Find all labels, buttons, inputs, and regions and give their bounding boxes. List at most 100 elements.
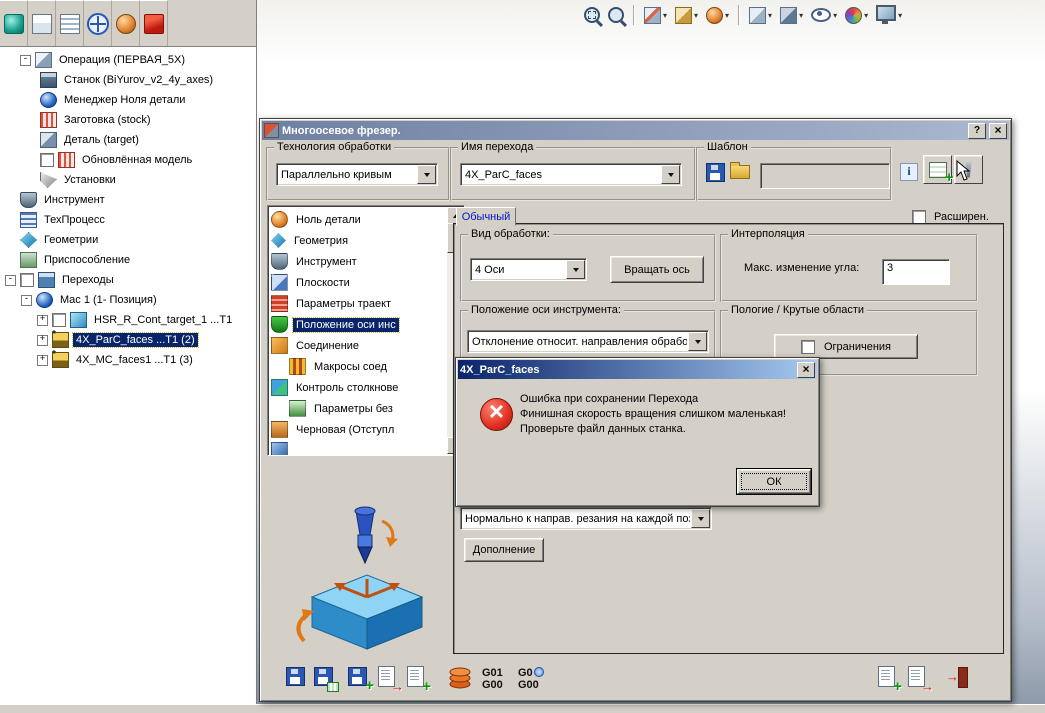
tool-axis-combobox[interactable]: Отклонение относит. направления обработк [467, 330, 709, 353]
export-template-button[interactable] [908, 666, 934, 694]
export-operation-button[interactable] [378, 666, 404, 694]
tree-item[interactable]: Заготовка (stock) [0, 110, 255, 130]
tree-item-selected[interactable]: 4X_ParC_faces ...T1 (2) [0, 330, 255, 350]
help-button[interactable] [968, 122, 986, 139]
tree-item[interactable]: Mac 1 (1- Позиция) [0, 290, 255, 310]
tree-item[interactable]: Операция (ПЕРВАЯ_5X) [0, 50, 255, 70]
dropdown-caret-icon[interactable] [663, 9, 667, 21]
tool-table-icon[interactable] [448, 667, 472, 689]
list-item-clipped[interactable] [271, 440, 445, 455]
view-orientation-icon[interactable] [747, 5, 774, 26]
tab-normal[interactable]: Обычный [456, 207, 516, 226]
appearances-icon[interactable] [843, 5, 870, 26]
tool-axis-icon [271, 316, 288, 333]
tree-item[interactable]: Менеджер Ноля детали [0, 90, 255, 110]
expand-icon[interactable] [37, 314, 48, 326]
hide-show-icon[interactable] [809, 6, 839, 24]
feature-manager-tab[interactable] [28, 0, 56, 46]
addition-button[interactable]: Дополнение [464, 538, 544, 562]
dropdown-caret-icon[interactable] [694, 9, 698, 21]
list-item[interactable]: Черновая (Отступл [271, 419, 445, 440]
tree-item[interactable]: Деталь (target) [0, 130, 255, 150]
list-item[interactable]: Макросы соед [271, 356, 445, 377]
expand-icon[interactable] [37, 354, 48, 366]
solidcam-tab[interactable] [140, 0, 168, 46]
zoom-fit-icon[interactable] [606, 5, 626, 25]
tree-item[interactable]: Обновлённая модель [0, 150, 255, 170]
tree-item[interactable]: 4X_MC_faces1 ...T1 (3) [0, 350, 255, 370]
normal-direction-combobox[interactable]: Нормально к направ. резания на каждой по… [460, 507, 712, 530]
list-item[interactable]: Ноль детали [271, 209, 445, 230]
add-operation-button[interactable] [407, 666, 431, 695]
dropdown-caret-icon[interactable] [864, 9, 868, 21]
list-item[interactable]: Геометрия [271, 230, 445, 251]
limits-button[interactable]: Ограничения [774, 334, 918, 359]
display-style-icon[interactable] [778, 5, 805, 26]
rotate-axis-button[interactable]: Вращать ось [610, 256, 704, 283]
solidcam-manager-tab[interactable] [0, 0, 28, 46]
save-template-button[interactable] [706, 163, 725, 182]
dropdown-button[interactable] [661, 165, 680, 184]
open-template-button[interactable] [730, 161, 750, 179]
dropdown-caret-icon[interactable] [725, 9, 729, 21]
technology-combobox[interactable]: Параллельно кривым [276, 163, 438, 186]
tree-item[interactable]: Станок (BiYurov_v2_4y_axes) [0, 70, 255, 90]
dropdown-button[interactable] [417, 165, 436, 184]
tree-item[interactable]: HSR_R_Cont_target_1 ...T1 [0, 310, 255, 330]
zoom-window-icon[interactable] [582, 5, 602, 25]
dropdown-button[interactable] [688, 332, 707, 351]
tree-item[interactable]: Переходы [0, 270, 255, 290]
list-item-selected[interactable]: Положение оси инс [271, 314, 445, 335]
tool-table-button[interactable] [923, 155, 954, 186]
view-settings-icon[interactable] [673, 5, 700, 26]
dropdown-caret-icon[interactable] [833, 9, 837, 21]
section-view-icon[interactable] [642, 5, 669, 26]
ok-button[interactable]: ОК [736, 468, 812, 495]
appearance-sphere-icon[interactable] [704, 5, 731, 26]
info-button[interactable] [900, 163, 918, 181]
list-item[interactable]: Параметры траект [271, 293, 445, 314]
close-button[interactable] [989, 122, 1007, 139]
save-add-button[interactable] [348, 667, 374, 694]
tree-item[interactable]: Инструмент [0, 190, 255, 210]
operation-name-combobox[interactable]: 4X_ParC_faces [460, 163, 682, 186]
dropdown-caret-icon[interactable] [768, 9, 772, 21]
expand-icon[interactable] [37, 334, 48, 346]
axes-combobox[interactable]: 4 Оси [470, 258, 587, 281]
save-table-button[interactable] [314, 667, 339, 692]
collapse-icon[interactable] [20, 54, 31, 66]
gcode-g0-indicator[interactable]: G0 G00 [518, 667, 544, 691]
close-button[interactable] [797, 361, 815, 378]
collapse-icon[interactable] [21, 294, 32, 306]
dialog-titlebar[interactable]: Многоосевое фрезер. [262, 121, 1009, 140]
exit-button[interactable] [946, 667, 968, 688]
screen: Операция (ПЕРВАЯ_5X) Станок (BiYurov_v2_… [0, 0, 1045, 713]
list-item[interactable]: Параметры без [271, 398, 445, 419]
property-manager-tab[interactable] [56, 0, 84, 46]
dropdown-caret-icon[interactable] [898, 9, 902, 21]
checkbox[interactable] [40, 153, 54, 167]
list-item[interactable]: Плоскости [271, 272, 445, 293]
checkbox[interactable] [52, 313, 66, 327]
configuration-manager-tab[interactable] [84, 0, 112, 46]
tree-item[interactable]: Геометрии [0, 230, 255, 250]
save-button[interactable] [286, 667, 305, 686]
dropdown-button[interactable] [691, 509, 710, 528]
appearances-manager-tab[interactable] [112, 0, 140, 46]
gcode-g01-indicator[interactable]: G01 G00 [482, 667, 503, 691]
max-angle-field[interactable]: 3 [882, 259, 950, 285]
tree-item[interactable]: Приспособление [0, 250, 255, 270]
list-item[interactable]: Контроль столкнове [271, 377, 445, 398]
add-template-button[interactable] [878, 666, 902, 695]
scene-icon[interactable] [874, 3, 904, 27]
tree-item[interactable]: Установки [0, 170, 255, 190]
dropdown-caret-icon[interactable] [799, 9, 803, 21]
list-item[interactable]: Инструмент [271, 251, 445, 272]
collapse-icon[interactable] [5, 274, 16, 286]
tree-item[interactable]: ТехПроцесс [0, 210, 255, 230]
error-titlebar[interactable]: 4X_ParC_faces [458, 360, 817, 379]
dropdown-button[interactable] [566, 260, 585, 279]
list-item[interactable]: Соединение [271, 335, 445, 356]
advanced-checkbox[interactable]: Расширен. [912, 210, 989, 224]
checkbox[interactable] [20, 273, 34, 287]
